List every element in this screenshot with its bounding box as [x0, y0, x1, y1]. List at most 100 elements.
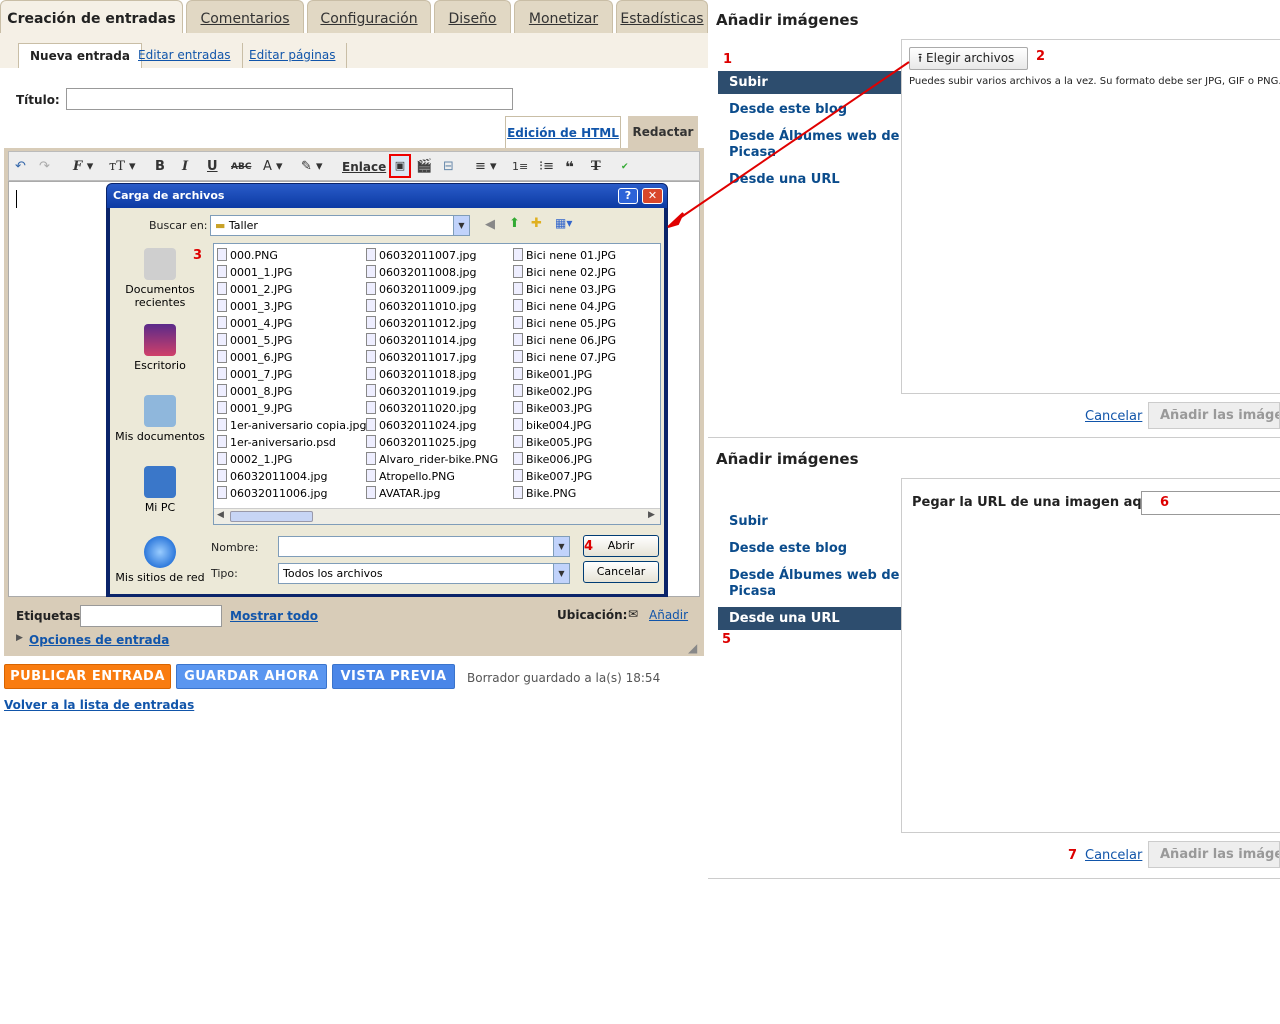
- help-icon[interactable]: ?: [618, 188, 638, 204]
- close-icon[interactable]: ✕: [642, 188, 663, 204]
- new-folder-icon[interactable]: ✚: [531, 216, 542, 231]
- file-item[interactable]: Bike002.JPG: [513, 383, 616, 400]
- labels-input[interactable]: [80, 605, 222, 627]
- subtab-editar-entradas[interactable]: Editar entradas: [127, 43, 243, 68]
- panel2-cancel-link[interactable]: Cancelar: [1085, 848, 1142, 863]
- tab-edit-html[interactable]: Edición de HTML: [505, 116, 621, 148]
- dialog-cancel-button[interactable]: Cancelar: [583, 561, 659, 583]
- file-item[interactable]: 0001_8.JPG: [217, 383, 366, 400]
- horizontal-scrollbar[interactable]: ◀ ▶: [214, 508, 660, 524]
- align-icon[interactable]: ≡ ▾: [475, 156, 497, 178]
- file-item[interactable]: 0001_7.JPG: [217, 366, 366, 383]
- title-input[interactable]: [66, 88, 513, 110]
- jump-break-icon[interactable]: ⊟: [443, 156, 454, 178]
- panel2-nav-this-blog[interactable]: Desde este blog: [718, 541, 902, 557]
- file-item[interactable]: Bici nene 04.JPG: [513, 298, 616, 315]
- tab-comentarios[interactable]: Comentarios: [186, 0, 304, 34]
- scroll-left-icon[interactable]: ◀: [217, 510, 224, 520]
- publish-button[interactable]: PUBLICAR ENTRADA: [4, 664, 171, 689]
- file-item[interactable]: Bike006.JPG: [513, 451, 616, 468]
- panel1-cancel-link[interactable]: Cancelar: [1085, 409, 1142, 424]
- add-location-link[interactable]: Añadir: [649, 608, 688, 622]
- bullet-list-icon[interactable]: ⁝≡: [539, 156, 554, 178]
- resize-handle-icon[interactable]: ◢: [688, 641, 697, 655]
- file-item[interactable]: 06032011012.jpg: [366, 315, 498, 332]
- tab-configuracion[interactable]: Configuración: [307, 0, 431, 34]
- file-item[interactable]: Atropello.PNG: [366, 468, 498, 485]
- filename-input[interactable]: ▼: [278, 536, 570, 557]
- lookin-select[interactable]: ▬ Taller ▼: [210, 215, 470, 236]
- panel2-add-images-button[interactable]: Añadir las imágenes: [1148, 841, 1280, 868]
- panel1-nav-url[interactable]: Desde una URL: [718, 172, 902, 188]
- file-item[interactable]: Bike003.JPG: [513, 400, 616, 417]
- file-item[interactable]: 0001_6.JPG: [217, 349, 366, 366]
- file-item[interactable]: Alvaro_rider-bike.PNG: [366, 451, 498, 468]
- panel1-nav-upload[interactable]: Subir: [718, 71, 914, 94]
- file-item[interactable]: 0001_2.JPG: [217, 281, 366, 298]
- file-item[interactable]: 0001_9.JPG: [217, 400, 366, 417]
- place-network[interactable]: Mis sitios de red: [114, 536, 206, 584]
- scrollbar-thumb[interactable]: [230, 511, 313, 522]
- scroll-right-icon[interactable]: ▶: [648, 510, 655, 520]
- file-item[interactable]: 06032011010.jpg: [366, 298, 498, 315]
- panel2-nav-url[interactable]: Desde una URL: [718, 607, 914, 630]
- file-item[interactable]: 000.PNG: [217, 247, 366, 264]
- redo-icon[interactable]: ↷: [39, 156, 50, 178]
- place-desktop[interactable]: Escritorio: [114, 324, 206, 372]
- tab-estadisticas[interactable]: Estadísticas: [616, 0, 708, 34]
- open-button[interactable]: Abrir: [583, 535, 659, 557]
- bold-icon[interactable]: B: [155, 156, 165, 178]
- file-item[interactable]: Bike007.JPG: [513, 468, 616, 485]
- tab-diseno[interactable]: Diseño: [434, 0, 511, 34]
- choose-files-button[interactable]: ⭱ Elegir archivos: [909, 47, 1028, 70]
- insert-video-icon[interactable]: 🎬: [416, 156, 432, 178]
- file-item[interactable]: 06032011018.jpg: [366, 366, 498, 383]
- panel1-add-images-button[interactable]: Añadir las imágenes: [1148, 402, 1280, 429]
- file-item[interactable]: Bici nene 05.JPG: [513, 315, 616, 332]
- italic-icon[interactable]: I: [182, 156, 188, 178]
- file-item[interactable]: Bici nene 02.JPG: [513, 264, 616, 281]
- file-item[interactable]: 06032011024.jpg: [366, 417, 498, 434]
- entry-options-link[interactable]: Opciones de entrada: [29, 633, 169, 647]
- filetype-select[interactable]: Todos los archivos ▼: [278, 563, 570, 584]
- text-color-icon[interactable]: A ▾: [263, 156, 283, 178]
- view-menu-icon[interactable]: ▦▾: [555, 216, 572, 230]
- file-item[interactable]: 06032011004.jpg: [217, 468, 366, 485]
- back-icon[interactable]: ◀: [485, 217, 495, 232]
- spellcheck-icon[interactable]: ✔: [621, 156, 629, 178]
- file-item[interactable]: Bici nene 03.JPG: [513, 281, 616, 298]
- file-item[interactable]: 1er-aniversario copia.jpg: [217, 417, 366, 434]
- panel2-nav-picasa[interactable]: Desde Álbumes web de Picasa: [718, 568, 902, 600]
- file-item[interactable]: AVATAR.jpg: [366, 485, 498, 502]
- file-item[interactable]: 06032011017.jpg: [366, 349, 498, 366]
- font-family-icon[interactable]: F ▾: [73, 156, 93, 178]
- file-item[interactable]: 0001_1.JPG: [217, 264, 366, 281]
- file-item[interactable]: 06032011014.jpg: [366, 332, 498, 349]
- panel1-nav-picasa[interactable]: Desde Álbumes web de Picasa: [718, 129, 902, 161]
- file-item[interactable]: 06032011008.jpg: [366, 264, 498, 281]
- strikethrough-icon[interactable]: ABC: [231, 156, 251, 178]
- file-item[interactable]: 1er-aniversario.psd: [217, 434, 366, 451]
- file-item[interactable]: 0002_1.JPG: [217, 451, 366, 468]
- quote-icon[interactable]: ❝: [565, 156, 574, 178]
- file-item[interactable]: 06032011019.jpg: [366, 383, 498, 400]
- back-to-posts-link[interactable]: Volver a la lista de entradas: [4, 698, 194, 712]
- highlight-icon[interactable]: ✎ ▾: [301, 156, 323, 178]
- subtab-editar-paginas[interactable]: Editar páginas: [238, 43, 348, 68]
- place-documents[interactable]: Mis documentos: [114, 395, 206, 443]
- file-item[interactable]: 06032011009.jpg: [366, 281, 498, 298]
- clear-format-icon[interactable]: T: [591, 156, 601, 178]
- place-mypc[interactable]: Mi PC: [114, 466, 206, 514]
- preview-button[interactable]: VISTA PREVIA: [332, 664, 455, 689]
- file-item[interactable]: 06032011007.jpg: [366, 247, 498, 264]
- file-item[interactable]: Bici nene 07.JPG: [513, 349, 616, 366]
- file-item[interactable]: Bike.PNG: [513, 485, 616, 502]
- file-item[interactable]: 0001_4.JPG: [217, 315, 366, 332]
- subtab-nueva-entrada[interactable]: Nueva entrada: [18, 43, 142, 68]
- file-item[interactable]: Bici nene 06.JPG: [513, 332, 616, 349]
- font-size-icon[interactable]: тT ▾: [109, 156, 136, 178]
- tab-compose[interactable]: Redactar: [628, 116, 698, 148]
- file-item[interactable]: bike004.JPG: [513, 417, 616, 434]
- file-item[interactable]: 0001_5.JPG: [217, 332, 366, 349]
- file-item[interactable]: Bike005.JPG: [513, 434, 616, 451]
